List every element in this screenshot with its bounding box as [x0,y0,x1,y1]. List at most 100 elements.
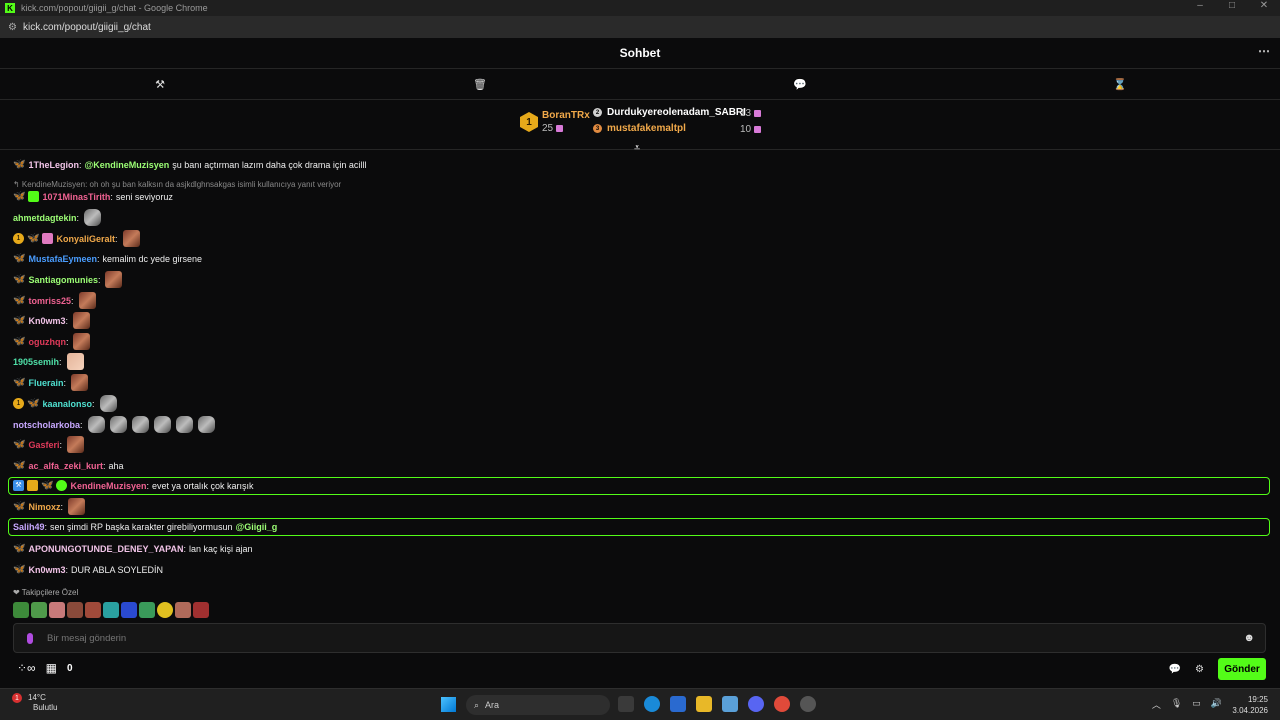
chat-message[interactable]: 🦋 Gasferi: [13,436,84,453]
obs-icon[interactable] [800,696,816,712]
reply-context[interactable]: ↰ KendineMuzisyen: oh oh şu ban kalksın … [13,180,341,189]
emote-icon[interactable] [72,312,90,329]
username[interactable]: tomriss25 [28,296,71,306]
url-text[interactable]: kick.com/popout/giigii_g/chat [23,22,151,33]
emote-icon[interactable] [105,271,123,288]
username[interactable]: Kn0wm3 [28,316,65,326]
edge-icon[interactable] [644,696,660,712]
taskbar-search[interactable]: ⌕ Ara [466,695,610,715]
emote-icon[interactable] [73,333,91,350]
chat-message[interactable]: 🦋 oguzhqn: [13,333,91,350]
chat-message[interactable]: 🦋 ac_alfa_zeki_kurt: aha [13,460,124,471]
points-icon[interactable]: ⁘∞ [17,661,36,675]
leader-3-name[interactable]: mustafakemaltpl [607,123,686,134]
chat-message[interactable]: notscholarkoba: [13,416,215,433]
chat-bubble-icon[interactable]: 💬 [1169,664,1181,675]
chevron-up-icon[interactable]: ︿ [1152,698,1161,711]
windows-start-icon[interactable] [441,697,456,712]
message-input[interactable] [47,632,1207,644]
username[interactable]: 1905semih [13,357,59,367]
channel-points[interactable]: ⁘∞ ▦ 0 [17,661,73,675]
emote-icon[interactable] [139,602,155,618]
volume-icon[interactable]: 🔊 [1211,698,1222,711]
settings-gear-icon[interactable]: ⚙ [1195,664,1204,675]
chat-message[interactable]: 🦋 MustafaEymeen: kemalim dc yede girsene [13,253,202,264]
emote-icon[interactable] [193,602,209,618]
emote-icon[interactable] [49,602,65,618]
expand-leaderboard-icon[interactable]: ⩡ [634,142,640,155]
emote-icon[interactable] [67,436,84,453]
chrome-icon[interactable] [774,696,790,712]
emote-icon[interactable] [13,602,29,618]
username[interactable]: Fluerain [28,378,63,388]
task-view-icon[interactable] [618,696,634,712]
mic-tray-icon[interactable]: 🎙 [1171,698,1182,711]
trash-icon[interactable]: 🗑 [320,69,640,99]
minimize-button[interactable]: – [1184,0,1216,11]
network-icon[interactable]: ▭ [1192,698,1201,711]
mention[interactable]: @Giigii_g [235,522,277,532]
hourglass-icon[interactable]: ⌛ [960,69,1280,99]
mention[interactable]: @KendineMuzisyen [84,160,169,170]
emote-icon[interactable] [122,230,140,247]
store-app-icon[interactable] [670,696,686,712]
hammer-icon[interactable]: ⚒ [0,69,320,99]
chat-message[interactable]: ahmetdagtekin: [13,209,102,226]
username[interactable]: notscholarkoba [13,420,80,430]
microphone-icon[interactable] [27,632,33,644]
emote-icon[interactable] [84,209,102,226]
chat-message[interactable]: 🦋 Kn0wm3: [13,312,90,329]
username[interactable]: Nimoxz [28,502,60,512]
network-app-icon[interactable] [722,696,738,712]
username[interactable]: Santiagomunies [28,275,98,285]
weather-widget[interactable]: 1 14°C Bulutlu [12,693,57,712]
chat-message[interactable]: 1 🦋 KonyaliGeralt: [13,230,140,247]
chat-message[interactable]: 🦋 Fluerain: [13,374,88,391]
username[interactable]: Gasferi [28,440,59,450]
username[interactable]: oguzhqn [28,337,66,347]
chat-message[interactable]: Salih49: sen şimdi RP başka karakter gir… [13,522,277,532]
emote-icon[interactable] [67,498,85,515]
emote-icon[interactable] [99,395,117,412]
chat-message[interactable]: 1 🦋 kaanalonso: [13,395,117,412]
emote-icon[interactable] [103,602,119,618]
discord-icon[interactable] [748,696,764,712]
message-input-box[interactable]: ☻ [13,623,1266,653]
chat-message[interactable]: ⚒ 🦋 KendineMuzisyen: evet ya ortalık çok… [13,480,254,491]
username[interactable]: APONUNGOTUNDE_DENEY_YAPAN [28,544,183,554]
more-options-icon[interactable]: ⋯ [1258,44,1270,58]
emote-icon[interactable] [67,602,83,618]
username[interactable]: KendineMuzisyen [70,481,146,491]
chat-message[interactable]: 1905semih: [13,353,84,370]
chat-message[interactable]: 🦋 APONUNGOTUNDE_DENEY_YAPAN: lan kaç kiş… [13,543,253,554]
emoji-picker-icon[interactable]: ☻ [1243,632,1255,644]
send-button[interactable]: Gönder [1218,658,1266,680]
chat-message[interactable]: 🦋 1TheLegion: @KendineMuzisyen şu banı a… [13,159,366,170]
emote-icon[interactable] [85,602,101,618]
chat-message[interactable]: 🦋 Kn0wm3: DUR ABLA SOYLEDİN [13,564,163,575]
username[interactable]: 1TheLegion [28,160,79,170]
username[interactable]: Salih49 [13,522,45,532]
emote-icon[interactable] [87,416,105,433]
leader-1-name[interactable]: BoranTRx [542,110,590,121]
username[interactable]: Kn0wm3 [28,565,65,575]
emote-icon[interactable] [109,416,127,433]
address-bar[interactable]: ⚙ kick.com/popout/giigii_g/chat [0,16,1280,38]
chat-message[interactable]: 🦋 Santiagomunies: [13,271,123,288]
username[interactable]: ahmetdagtekin [13,213,77,223]
maximize-button[interactable]: □ [1216,0,1248,11]
chat-message[interactable]: 🦋 tomriss25: [13,292,96,309]
system-clock[interactable]: 19:25 3.04.2026 [1232,694,1268,716]
username[interactable]: 1071MinasTirith [42,192,110,202]
file-explorer-icon[interactable] [696,696,712,712]
chat-message[interactable]: 🦋 1071MinasTirith: seni seviyoruz [13,191,173,202]
leader-2-name[interactable]: Durdukyereolenadam_SABRI [607,107,746,118]
username[interactable]: kaanalonso [42,399,92,409]
emote-icon[interactable] [157,602,173,618]
emote-icon[interactable] [70,374,88,391]
username[interactable]: KonyaliGeralt [56,234,115,244]
leader-2-row[interactable]: 2 Durdukyereolenadam_SABRI [593,107,746,118]
username[interactable]: ac_alfa_zeki_kurt [28,461,103,471]
emote-icon[interactable] [197,416,215,433]
store-icon[interactable]: ▦ [46,661,57,675]
